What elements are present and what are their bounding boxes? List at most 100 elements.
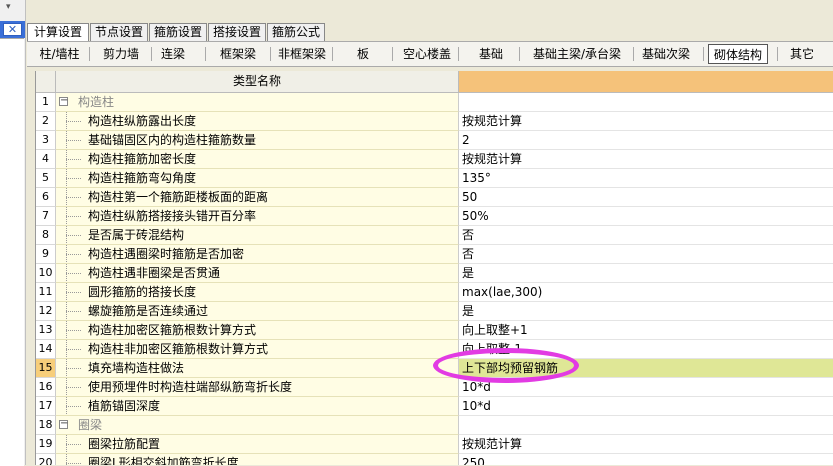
setting-value-cell[interactable]: 250 — [459, 454, 833, 465]
setting-value-cell[interactable]: 135° — [459, 169, 833, 188]
setting-value-cell[interactable]: 是 — [459, 302, 833, 321]
group-row[interactable]: 18− 圈梁 — [36, 416, 833, 435]
setting-value-cell[interactable]: 50% — [459, 207, 833, 226]
setting-name-cell: 构造柱加密区箍筋根数计算方式 — [56, 321, 459, 340]
collapse-icon[interactable]: − — [59, 96, 68, 106]
setting-value-cell[interactable]: 2 — [459, 131, 833, 150]
table-row[interactable]: 3 基础锚固区内的构造柱箍筋数量 2 — [36, 131, 833, 150]
table-row[interactable]: 6 构造柱第一个箍筋距楼板面的距离 50 — [36, 188, 833, 207]
table-row[interactable]: 20 圈梁L形相交斜加筋弯折长度 250 — [36, 454, 833, 465]
setting-value-cell[interactable]: 10*d — [459, 378, 833, 397]
table-row[interactable]: 8 是否属于砖混结构 否 — [36, 226, 833, 245]
setting-label: 构造柱遇圈梁时箍筋是否加密 — [88, 247, 245, 261]
table-row[interactable]: 10 构造柱遇非圈梁是否贯通 是 — [36, 264, 833, 283]
table-row[interactable]: 5 构造柱箍筋弯勾角度 135° — [36, 169, 833, 188]
tab-separator — [392, 47, 393, 61]
tab-foundation-main-beam[interactable]: 基础主梁/承台梁 — [524, 44, 630, 64]
tab-node-settings[interactable]: 节点设置 — [90, 23, 148, 41]
tab-stirrup-settings[interactable]: 箍筋设置 — [149, 23, 207, 41]
tab-coupling-beam[interactable]: 连梁 — [155, 44, 191, 64]
dropdown-arrow-icon[interactable]: ▾ — [6, 2, 11, 12]
setting-name-cell: 植筋锚固深度 — [56, 397, 459, 416]
tab-foundation[interactable]: 基础 — [476, 44, 506, 64]
tab-calculation-settings[interactable]: 计算设置 — [27, 23, 89, 42]
setting-label: 构造柱箍筋弯勾角度 — [88, 171, 197, 185]
table-row[interactable]: 13 构造柱加密区箍筋根数计算方式 向上取整+1 — [36, 321, 833, 340]
table-row[interactable]: 16 使用预埋件时构造柱端部纵筋弯折长度 10*d — [36, 378, 833, 397]
table-row[interactable]: 11 圆形箍筋的搭接长度 max(lae,300) — [36, 283, 833, 302]
tab-non-frame-beam[interactable]: 非框架梁 — [274, 44, 330, 64]
setting-label: 构造柱纵筋搭接接头错开百分率 — [88, 209, 257, 223]
tab-separator — [205, 47, 206, 61]
left-panel: ▾ ✕ — [0, 0, 26, 466]
tab-separator — [633, 47, 634, 61]
setting-value-cell[interactable]: 按规范计算 — [459, 435, 833, 454]
setting-name-cell: 圈梁拉筋配置 — [56, 435, 459, 454]
row-number: 14 — [36, 340, 56, 359]
table-row[interactable]: 2 构造柱纵筋露出长度 按规范计算 — [36, 112, 833, 131]
row-number: 3 — [36, 131, 56, 150]
setting-name-cell: 构造柱箍筋加密长度 — [56, 150, 459, 169]
setting-label: 圈梁L形相交斜加筋弯折长度 — [88, 456, 239, 465]
tab-hollow-floor[interactable]: 空心楼盖 — [399, 44, 455, 64]
setting-value-cell[interactable]: 是 — [459, 264, 833, 283]
tab-separator — [151, 47, 152, 61]
name-column-header: 类型名称 — [56, 71, 459, 93]
tab-separator — [89, 47, 90, 61]
table-row[interactable]: 15 填充墙构造柱做法 上下部均预留钢筋 — [36, 359, 833, 378]
setting-label: 构造柱纵筋露出长度 — [88, 114, 197, 128]
row-number: 4 — [36, 150, 56, 169]
row-number: 16 — [36, 378, 56, 397]
row-number: 20 — [36, 454, 56, 465]
row-number: 19 — [36, 435, 56, 454]
table-row[interactable]: 19 圈梁拉筋配置 按规范计算 — [36, 435, 833, 454]
table-row[interactable]: 12 螺旋箍筋是否连续通过 是 — [36, 302, 833, 321]
tab-separator — [703, 47, 704, 61]
row-number: 10 — [36, 264, 56, 283]
left-panel-content — [0, 38, 24, 466]
setting-name-cell: 使用预埋件时构造柱端部纵筋弯折长度 — [56, 378, 459, 397]
setting-value-cell[interactable]: 向上取整+1 — [459, 321, 833, 340]
row-number: 17 — [36, 397, 56, 416]
setting-name-cell: 构造柱纵筋露出长度 — [56, 112, 459, 131]
row-number: 1 — [36, 93, 56, 112]
table-row[interactable]: 4 构造柱箍筋加密长度 按规范计算 — [36, 150, 833, 169]
row-number: 11 — [36, 283, 56, 302]
table-row[interactable]: 9 构造柱遇圈梁时箍筋是否加密 否 — [36, 245, 833, 264]
setting-value-cell[interactable]: 否 — [459, 245, 833, 264]
setting-value-cell[interactable]: max(lae,300) — [459, 283, 833, 302]
tab-separator — [777, 47, 778, 61]
tab-foundation-secondary-beam[interactable]: 基础次梁 — [638, 44, 694, 64]
tab-stirrup-formula[interactable]: 箍筋公式 — [267, 23, 325, 41]
setting-value-cell[interactable]: 否 — [459, 226, 833, 245]
tab-slab[interactable]: 板 — [353, 44, 373, 64]
tab-frame-beam[interactable]: 框架梁 — [210, 44, 266, 64]
tab-other[interactable]: 其它 — [786, 44, 818, 64]
setting-value-cell[interactable]: 10*d — [459, 397, 833, 416]
table-row[interactable]: 14 构造柱非加密区箍筋根数计算方式 向上取整-1 — [36, 340, 833, 359]
table-row[interactable]: 17 植筋锚固深度 10*d — [36, 397, 833, 416]
tab-masonry-structure[interactable]: 砌体结构 — [708, 44, 768, 64]
row-number: 13 — [36, 321, 56, 340]
row-number-header — [36, 71, 56, 93]
table-row[interactable]: 7 构造柱纵筋搭接接头错开百分率 50% — [36, 207, 833, 226]
grid-header: 类型名称 — [36, 71, 833, 93]
collapse-icon[interactable]: − — [59, 419, 68, 429]
group-label: 构造柱 — [78, 95, 115, 109]
group-row[interactable]: 1− 构造柱 — [36, 93, 833, 112]
tab-column-wall-column[interactable]: 柱/墙柱 — [33, 44, 86, 64]
setting-value-cell[interactable]: 上下部均预留钢筋 — [459, 359, 833, 378]
close-button[interactable]: ✕ — [3, 23, 22, 36]
tab-separator — [458, 47, 459, 61]
group-name-cell: − 圈梁 — [56, 416, 459, 435]
tab-lap-settings[interactable]: 搭接设置 — [208, 23, 266, 41]
setting-value-cell[interactable]: 50 — [459, 188, 833, 207]
setting-name-cell: 构造柱箍筋弯勾角度 — [56, 169, 459, 188]
setting-value-cell[interactable]: 向上取整-1 — [459, 340, 833, 359]
tab-separator — [519, 47, 520, 61]
setting-value-cell[interactable]: 按规范计算 — [459, 112, 833, 131]
setting-name-cell: 基础锚固区内的构造柱箍筋数量 — [56, 131, 459, 150]
setting-label: 构造柱第一个箍筋距楼板面的距离 — [88, 190, 269, 204]
tab-shear-wall[interactable]: 剪力墙 — [93, 44, 149, 64]
setting-value-cell[interactable]: 按规范计算 — [459, 150, 833, 169]
